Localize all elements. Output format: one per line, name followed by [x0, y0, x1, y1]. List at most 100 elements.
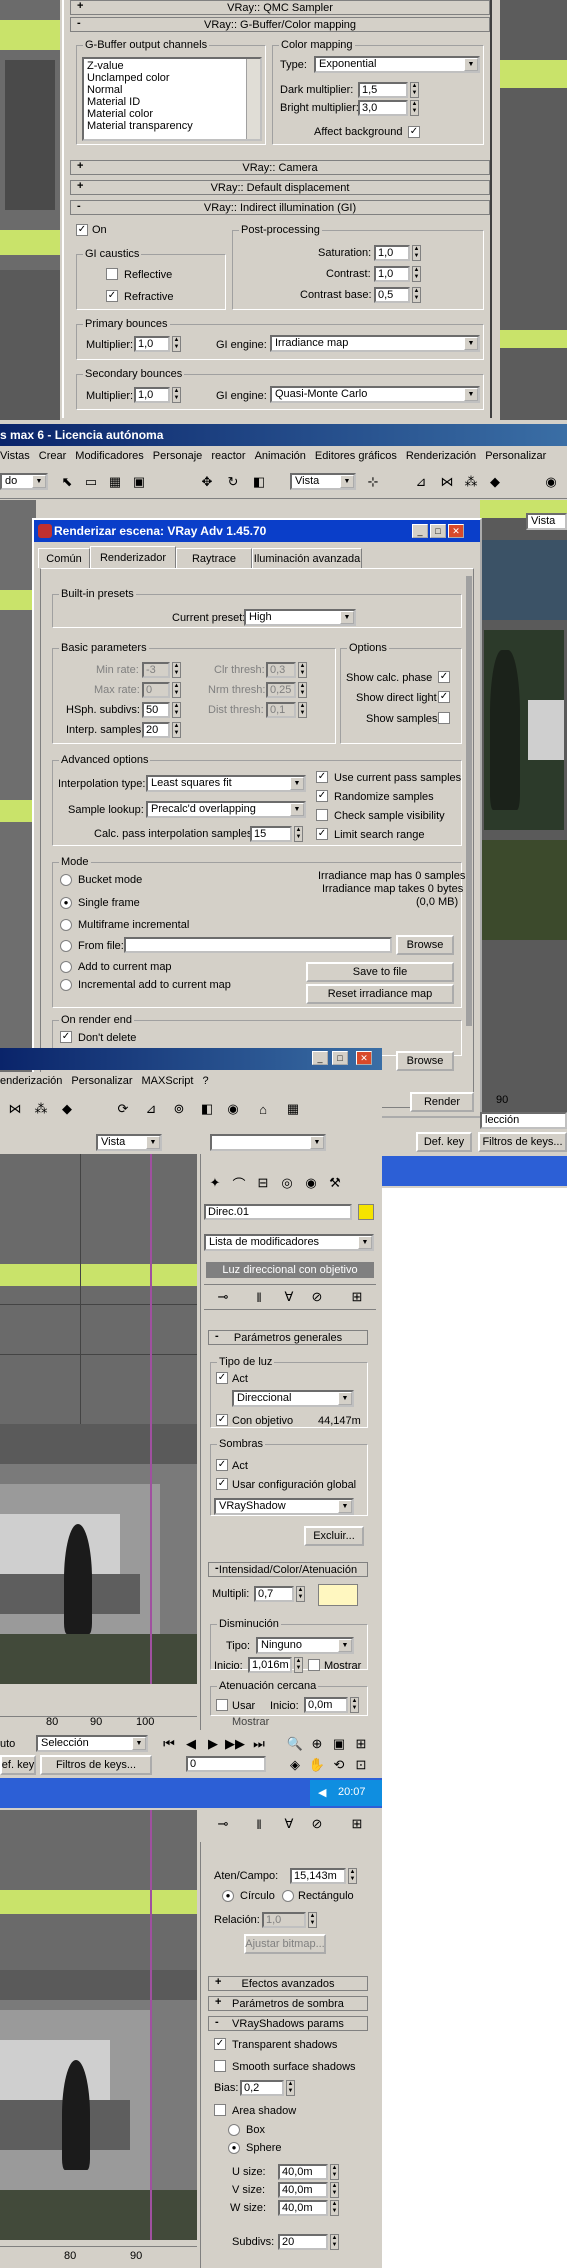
show-end-icon[interactable]: ‖: [248, 1286, 270, 1308]
rollout-general-params[interactable]: - Parámetros generales: [208, 1330, 368, 1345]
maxrate-input[interactable]: 0: [142, 682, 170, 698]
primary-multiplier-input[interactable]: 1,0: [134, 336, 170, 352]
channel-item[interactable]: Normal: [87, 84, 257, 96]
area-shadow-checkbox[interactable]: [214, 2104, 226, 2116]
use-global-checkbox[interactable]: ✓: [216, 1478, 228, 1490]
shadow-type-select[interactable]: VRayShadow ▼: [214, 1498, 354, 1515]
v-size-spinner[interactable]: ▲ ▼: [330, 2182, 339, 2198]
tab-renderizador[interactable]: Renderizador: [90, 546, 176, 568]
modifier-stack-item[interactable]: Luz direccional con objetivo: [206, 1262, 374, 1278]
rotate-icon[interactable]: ↻: [222, 471, 244, 493]
hsph-input[interactable]: 50: [142, 702, 170, 718]
decay-start-spinner[interactable]: ▲ ▼: [294, 1657, 303, 1673]
rollout-scrollbar[interactable]: [466, 576, 472, 1026]
mode-radio-fromfile[interactable]: [60, 940, 72, 952]
zoom-icon[interactable]: 🔍: [284, 1733, 306, 1755]
dist-thresh-spinner[interactable]: ▲ ▼: [298, 702, 307, 718]
modify-tab-icon[interactable]: ⌒: [228, 1172, 250, 1194]
show-samples-checkbox[interactable]: [438, 712, 450, 724]
pan-icon[interactable]: ✋: [306, 1754, 328, 1776]
channel-item[interactable]: Material color: [87, 108, 257, 120]
layer-icon[interactable]: ◆: [484, 471, 506, 493]
rollout-gbuffer[interactable]: - VRay:: G-Buffer/Color mapping: [70, 17, 490, 32]
next-frame-icon[interactable]: ▶▶: [224, 1733, 246, 1755]
maxrate-spinner[interactable]: ▲ ▼: [172, 682, 181, 698]
key-filters-button[interactable]: Filtros de keys...: [40, 1755, 152, 1775]
dist-thresh-input[interactable]: 0,1: [266, 702, 296, 718]
nrm-thresh-spinner[interactable]: ▲ ▼: [298, 682, 307, 698]
menu-personalizar[interactable]: Personalizar: [485, 450, 546, 462]
frame-input[interactable]: 0: [186, 1756, 266, 1772]
channel-item[interactable]: Unclamped color: [87, 72, 257, 84]
primary-multiplier-spinner[interactable]: ▲ ▼: [172, 336, 181, 352]
zoom-extents-icon[interactable]: ▣: [328, 1733, 350, 1755]
configure-sets-icon-2[interactable]: ⊞: [346, 1813, 368, 1835]
quick-render-icon[interactable]: ◉: [222, 1098, 244, 1120]
menu-modificadores[interactable]: Modificadores: [75, 450, 143, 462]
menu-renderizacion[interactable]: Renderización: [406, 450, 476, 462]
menu-maxscript[interactable]: MAXScript: [142, 1075, 194, 1087]
shadow-viewport-top[interactable]: [0, 1810, 197, 1970]
browse2-button[interactable]: Browse: [396, 1051, 454, 1071]
circle-radio[interactable]: ●: [222, 1890, 234, 1902]
render-teapot-icon[interactable]: ◉: [540, 471, 562, 493]
use-current-checkbox[interactable]: ✓: [316, 771, 328, 783]
interp-type-select[interactable]: Least squares fit ▼: [146, 775, 306, 792]
reference-coord-select[interactable]: Vista ▼: [290, 473, 356, 490]
configure-sets-icon[interactable]: ⊞: [346, 1286, 368, 1308]
sphere-radio[interactable]: ●: [228, 2142, 240, 2154]
mode-radio-incremental[interactable]: [60, 979, 72, 991]
modify-maximize-button[interactable]: □: [332, 1051, 348, 1065]
align-icon-2[interactable]: ⁂: [30, 1098, 52, 1120]
from-file-input[interactable]: [124, 937, 392, 953]
decay-show-checkbox[interactable]: [308, 1659, 320, 1671]
secondary-multiplier-spinner[interactable]: ▲ ▼: [172, 387, 181, 403]
set-key-button[interactable]: ef. key: [0, 1755, 36, 1775]
dark-multiplier-input[interactable]: 1,5: [358, 82, 408, 98]
pin-stack-icon[interactable]: ⊸: [212, 1286, 234, 1308]
maximize-button[interactable]: □: [430, 524, 446, 538]
hsph-spinner[interactable]: ▲ ▼: [172, 702, 181, 718]
contrast-input[interactable]: 1,0: [374, 266, 410, 282]
pin-stack-icon-2[interactable]: ⊸: [212, 1813, 234, 1835]
subdivs-spinner[interactable]: ▲ ▼: [330, 2234, 339, 2250]
material-editor-icon[interactable]: ⊚: [168, 1098, 190, 1120]
mode-radio-bucket[interactable]: [60, 874, 72, 886]
goto-start-icon[interactable]: ⏮: [158, 1733, 180, 1755]
dark-multiplier-spinner[interactable]: ▲ ▼: [410, 82, 419, 98]
interp-samples-input[interactable]: 20: [142, 722, 170, 738]
affect-background-checkbox[interactable]: ✓: [408, 126, 420, 138]
bg-defkey-button[interactable]: Def. key: [416, 1132, 472, 1152]
list-scrollbar[interactable]: [246, 59, 260, 139]
near-start-input[interactable]: 0,0m: [304, 1697, 348, 1713]
menu-crear[interactable]: Crear: [39, 450, 67, 462]
minrate-input[interactable]: -3: [142, 662, 170, 678]
bg-selection-select[interactable]: lección: [480, 1112, 567, 1129]
near-use-checkbox[interactable]: [216, 1699, 228, 1711]
auto-key-label[interactable]: uto: [0, 1738, 15, 1751]
rollout-displacement[interactable]: + VRay:: Default displacement: [70, 180, 490, 195]
v-size-input[interactable]: 40,0m: [278, 2182, 328, 2198]
channel-item[interactable]: Material transparency: [87, 120, 257, 132]
contrast-base-spinner[interactable]: ▲ ▼: [412, 287, 421, 303]
tray-volume-icon[interactable]: ◀: [318, 1787, 326, 1800]
decay-type-select[interactable]: Ninguno ▼: [256, 1637, 354, 1654]
decay-start-input[interactable]: 1,016m: [248, 1657, 292, 1673]
randomize-checkbox[interactable]: ✓: [316, 790, 328, 802]
tab-iluminacion[interactable]: Iluminación avanzada: [252, 548, 362, 568]
exclude-button[interactable]: Excluir...: [304, 1526, 364, 1546]
contrast-spinner[interactable]: ▲ ▼: [412, 266, 421, 282]
goto-end-icon[interactable]: ⏭: [248, 1733, 270, 1755]
reflective-checkbox[interactable]: [106, 268, 118, 280]
mode-radio-add[interactable]: [60, 961, 72, 973]
remove-modifier-icon[interactable]: ⊘: [306, 1286, 328, 1308]
secondary-multiplier-input[interactable]: 1,0: [134, 387, 170, 403]
rollout-qmc[interactable]: + VRay:: QMC Sampler: [70, 0, 490, 15]
u-size-spinner[interactable]: ▲ ▼: [330, 2164, 339, 2180]
tab-comun[interactable]: Común: [38, 548, 90, 568]
snap-icon[interactable]: ▦: [282, 1098, 304, 1120]
link-icon[interactable]: ⊿: [410, 471, 432, 493]
aten-campo-input[interactable]: 15,143m: [290, 1868, 346, 1884]
named-selection-select[interactable]: ▼: [210, 1134, 326, 1151]
render-button[interactable]: Render: [410, 1092, 474, 1112]
